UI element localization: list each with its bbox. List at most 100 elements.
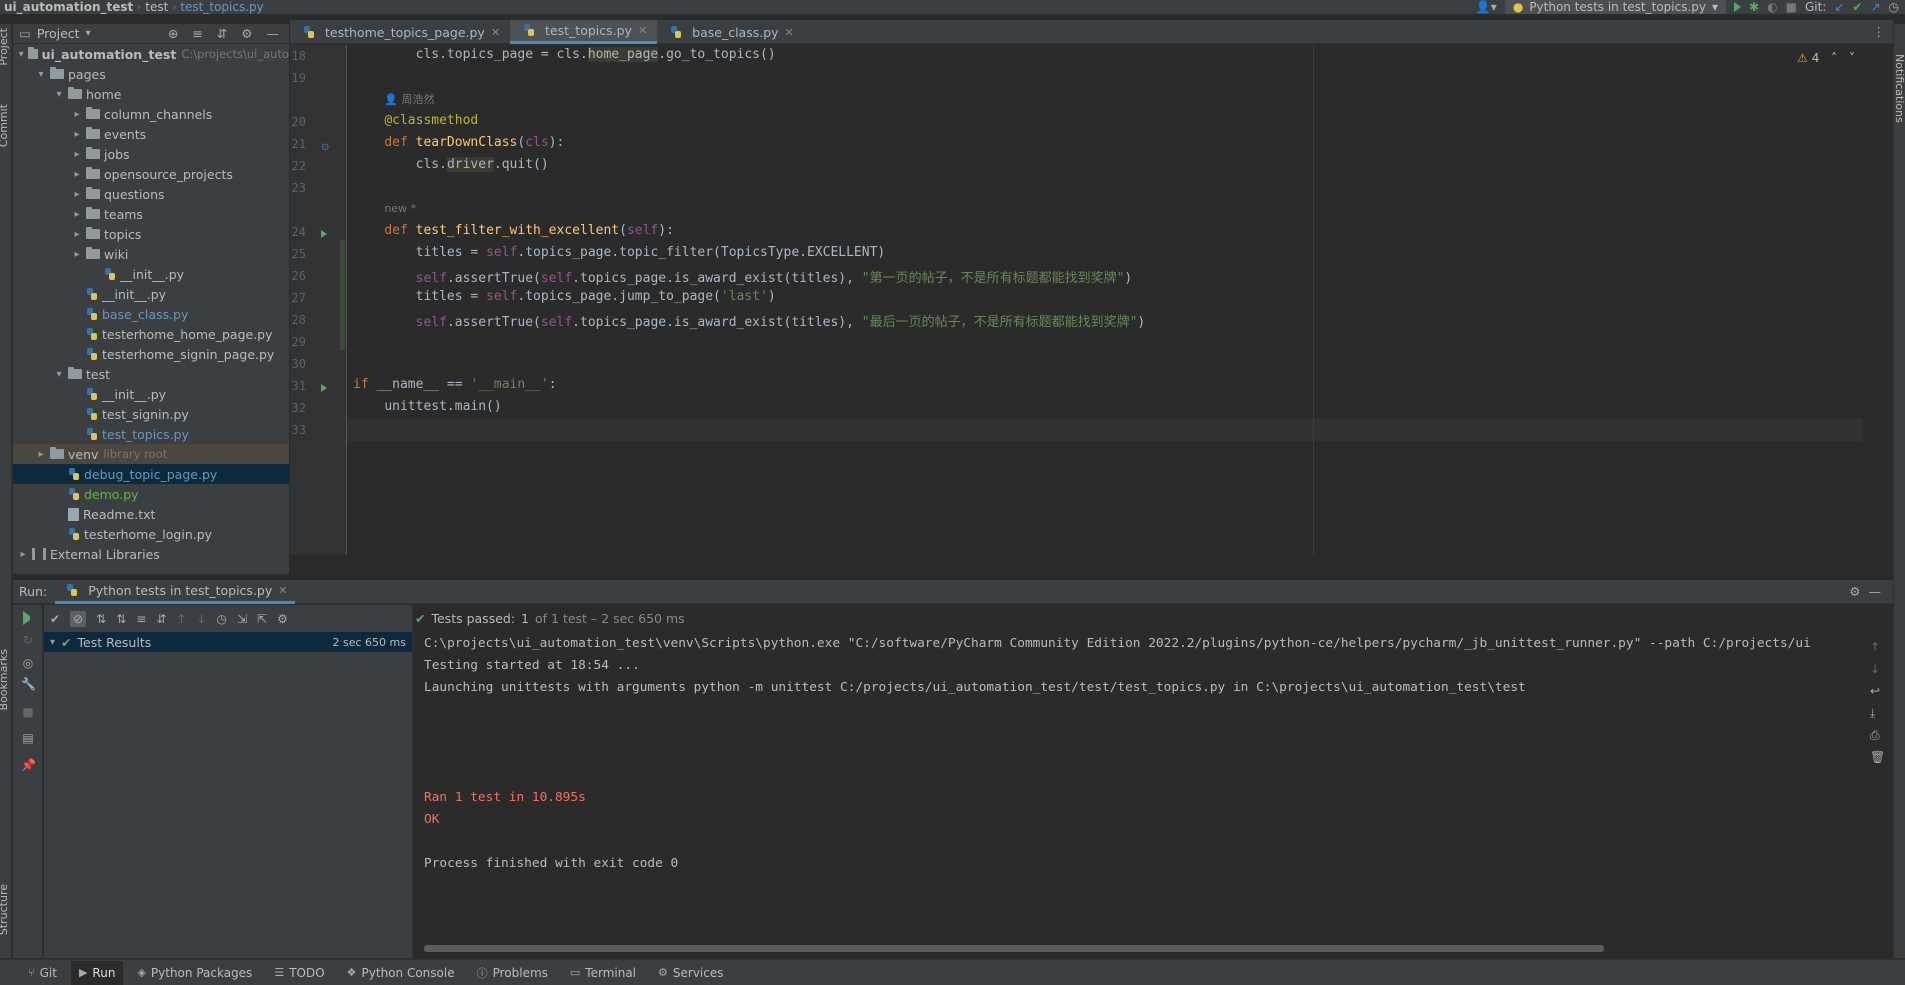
previous-failed-icon[interactable]: ↑ (176, 612, 186, 626)
console-output[interactable]: C:\projects\ui_automation_test\venv\Scri… (414, 632, 1862, 958)
tree-item[interactable]: ▸ events (13, 124, 289, 144)
bottom-tab-run[interactable]: ▶ Run (70, 960, 124, 985)
sort-alpha-icon[interactable]: ⇅ (96, 612, 106, 626)
show-passed-icon[interactable]: ✔ (50, 612, 60, 626)
close-icon[interactable]: ✕ (785, 26, 794, 39)
expand-all-icon[interactable]: ≡ (136, 612, 146, 626)
minimize-icon[interactable]: — (267, 26, 280, 41)
tree-item[interactable]: ▾ test (13, 364, 289, 384)
bottom-tab-terminal[interactable]: ▭ Terminal (562, 961, 644, 985)
tree-item[interactable]: ▸ column_channels (13, 104, 289, 124)
export-tests-icon[interactable]: ⇱ (257, 612, 267, 626)
chevron-down-icon[interactable]: ▾ (53, 369, 65, 380)
coverage-icon[interactable]: ◐ (1767, 0, 1777, 14)
inspection-widget[interactable]: ⚠ 4 ˄ ˅ (1797, 51, 1855, 65)
git-update-icon[interactable]: ↙ (1834, 0, 1844, 14)
structure-tool-label[interactable]: Structure (0, 884, 10, 935)
chevron-right-icon[interactable]: ▸ (71, 229, 83, 240)
tree-item[interactable]: test_topics.py (13, 424, 289, 444)
collapse-all-icon[interactable]: ⇵ (217, 26, 227, 41)
editor-tab[interactable]: testhome_topics_page.py ✕ (290, 20, 510, 44)
breadcrumb-project[interactable]: ui_automation_test (0, 0, 137, 14)
run-icon[interactable] (1734, 2, 1742, 12)
gear-icon[interactable]: ⚙ (241, 26, 252, 41)
chevron-down-icon[interactable]: ▾ (50, 637, 55, 648)
expand-all-icon[interactable]: ≡ (192, 26, 202, 41)
sort-duration-icon[interactable]: ⇅ (116, 612, 126, 626)
git-history-icon[interactable]: ◷ (1889, 0, 1899, 14)
print-icon[interactable]: ⎙ (1870, 728, 1880, 743)
tree-root[interactable]: ▾ ui_automation_test C:\projects\ui_auto (13, 44, 289, 64)
git-push-icon[interactable]: ↗ (1870, 0, 1880, 14)
tree-item[interactable]: ▸ topics (13, 224, 289, 244)
project-tool-label[interactable]: Project (0, 28, 10, 66)
wrench-icon[interactable]: 🔧 (21, 677, 36, 691)
minimize-icon[interactable]: — (1869, 584, 1894, 599)
bottom-tab-git[interactable]: ⑂ Git (20, 961, 65, 985)
chevron-right-icon[interactable]: ▸ (71, 109, 83, 120)
git-commit-icon[interactable]: ✔ (1852, 0, 1862, 14)
arrow-up-icon[interactable]: ↑ (1870, 640, 1880, 654)
tree-item[interactable]: __init__.py (13, 384, 289, 404)
tree-item[interactable]: Readme.txt (13, 504, 289, 524)
chevron-right-icon[interactable]: ▸ (71, 129, 83, 140)
chevron-down-icon[interactable]: ▾ (35, 69, 47, 80)
tree-item[interactable]: base_class.py (13, 304, 289, 324)
run-tab[interactable]: Python tests in test_topics.py ✕ (55, 580, 296, 604)
override-icon[interactable]: ⊙ (321, 142, 329, 153)
chevron-down-icon[interactable]: ˅ (1849, 51, 1855, 65)
close-icon[interactable]: ✕ (638, 24, 647, 37)
chevron-right-icon[interactable]: ▸ (35, 449, 47, 460)
editor-tab-active[interactable]: test_topics.py ✕ (510, 20, 658, 44)
tree-item[interactable]: ▸ wiki (13, 244, 289, 264)
history-icon[interactable]: ◷ (217, 612, 227, 626)
trash-icon[interactable]: 🗑 (1870, 750, 1885, 764)
bottom-tab-services[interactable]: ⚙ Services (650, 961, 731, 985)
tree-item[interactable]: __init__.py (13, 264, 289, 284)
layout-icon[interactable]: ▤ (21, 731, 35, 745)
bottom-tab-python-console[interactable]: ❖ Python Console (339, 961, 463, 985)
tree-item[interactable]: ▸ External Libraries (13, 544, 289, 564)
tree-item[interactable]: ▸ jobs (13, 144, 289, 164)
commit-tool-label[interactable]: Commit (0, 104, 10, 147)
chevron-right-icon[interactable]: ▸ (17, 549, 29, 560)
tree-item[interactable]: debug_topic_page.py (13, 464, 289, 484)
chevron-right-icon[interactable]: ▸ (71, 249, 83, 260)
chevron-right-icon[interactable]: ▸ (71, 169, 83, 180)
bottom-tab-python-packages[interactable]: ◈ Python Packages (129, 961, 260, 985)
tree-item[interactable]: demo.py (13, 484, 289, 504)
stop-icon[interactable]: ■ (21, 705, 35, 719)
user-icon[interactable]: 👤▾ (1476, 0, 1497, 14)
locate-file-icon[interactable]: ⊕ (168, 26, 178, 41)
bottom-tab-problems[interactable]: ⓘ Problems (469, 961, 556, 985)
tree-item[interactable]: testerhome_signin_page.py (13, 344, 289, 364)
chevron-right-icon[interactable]: ▸ (71, 149, 83, 160)
rerun-icon[interactable] (23, 611, 37, 625)
chevron-down-icon[interactable]: ▾ (86, 28, 91, 39)
scroll-to-end-icon[interactable]: ⤓ (1870, 706, 1875, 721)
gear-icon[interactable]: ⚙ (1849, 584, 1860, 599)
soft-wrap-icon[interactable]: ↩ (1870, 684, 1880, 698)
test-results-root[interactable]: ▾ ✔ Test Results 2 sec 650 ms (44, 632, 412, 652)
tree-item[interactable]: ▾ home (13, 84, 289, 104)
chevron-down-icon[interactable]: ▾ (53, 89, 65, 100)
tree-item[interactable]: ▸ teams (13, 204, 289, 224)
horizontal-scrollbar[interactable] (424, 945, 1604, 952)
toggle-auto-test-icon[interactable]: ◎ (21, 656, 35, 670)
run-test-icon[interactable] (321, 230, 327, 238)
tree-item[interactable]: testerhome_login.py (13, 524, 289, 544)
arrow-down-icon[interactable]: ↓ (1870, 662, 1880, 676)
debug-icon[interactable]: ✱ (1749, 0, 1759, 14)
tree-item[interactable]: ▸ opensource_projects (13, 164, 289, 184)
chevron-down-icon[interactable]: ▾ (17, 49, 25, 60)
import-tests-icon[interactable]: ⇲ (237, 612, 247, 626)
gear-icon[interactable]: ⚙ (277, 612, 288, 626)
project-panel-title[interactable]: Project (37, 26, 80, 41)
notifications-tool-label[interactable]: Notifications (1893, 54, 1905, 123)
bookmarks-tool-label[interactable]: Bookmarks (0, 649, 10, 710)
tree-item[interactable]: testerhome_home_page.py (13, 324, 289, 344)
tree-item[interactable]: __init__.py (13, 284, 289, 304)
run-configuration-selector[interactable]: ● Python tests in test_topics.py ▾ (1504, 0, 1727, 14)
run-main-icon[interactable] (321, 384, 327, 392)
bottom-tab-todo[interactable]: ☰ TODO (266, 961, 332, 985)
